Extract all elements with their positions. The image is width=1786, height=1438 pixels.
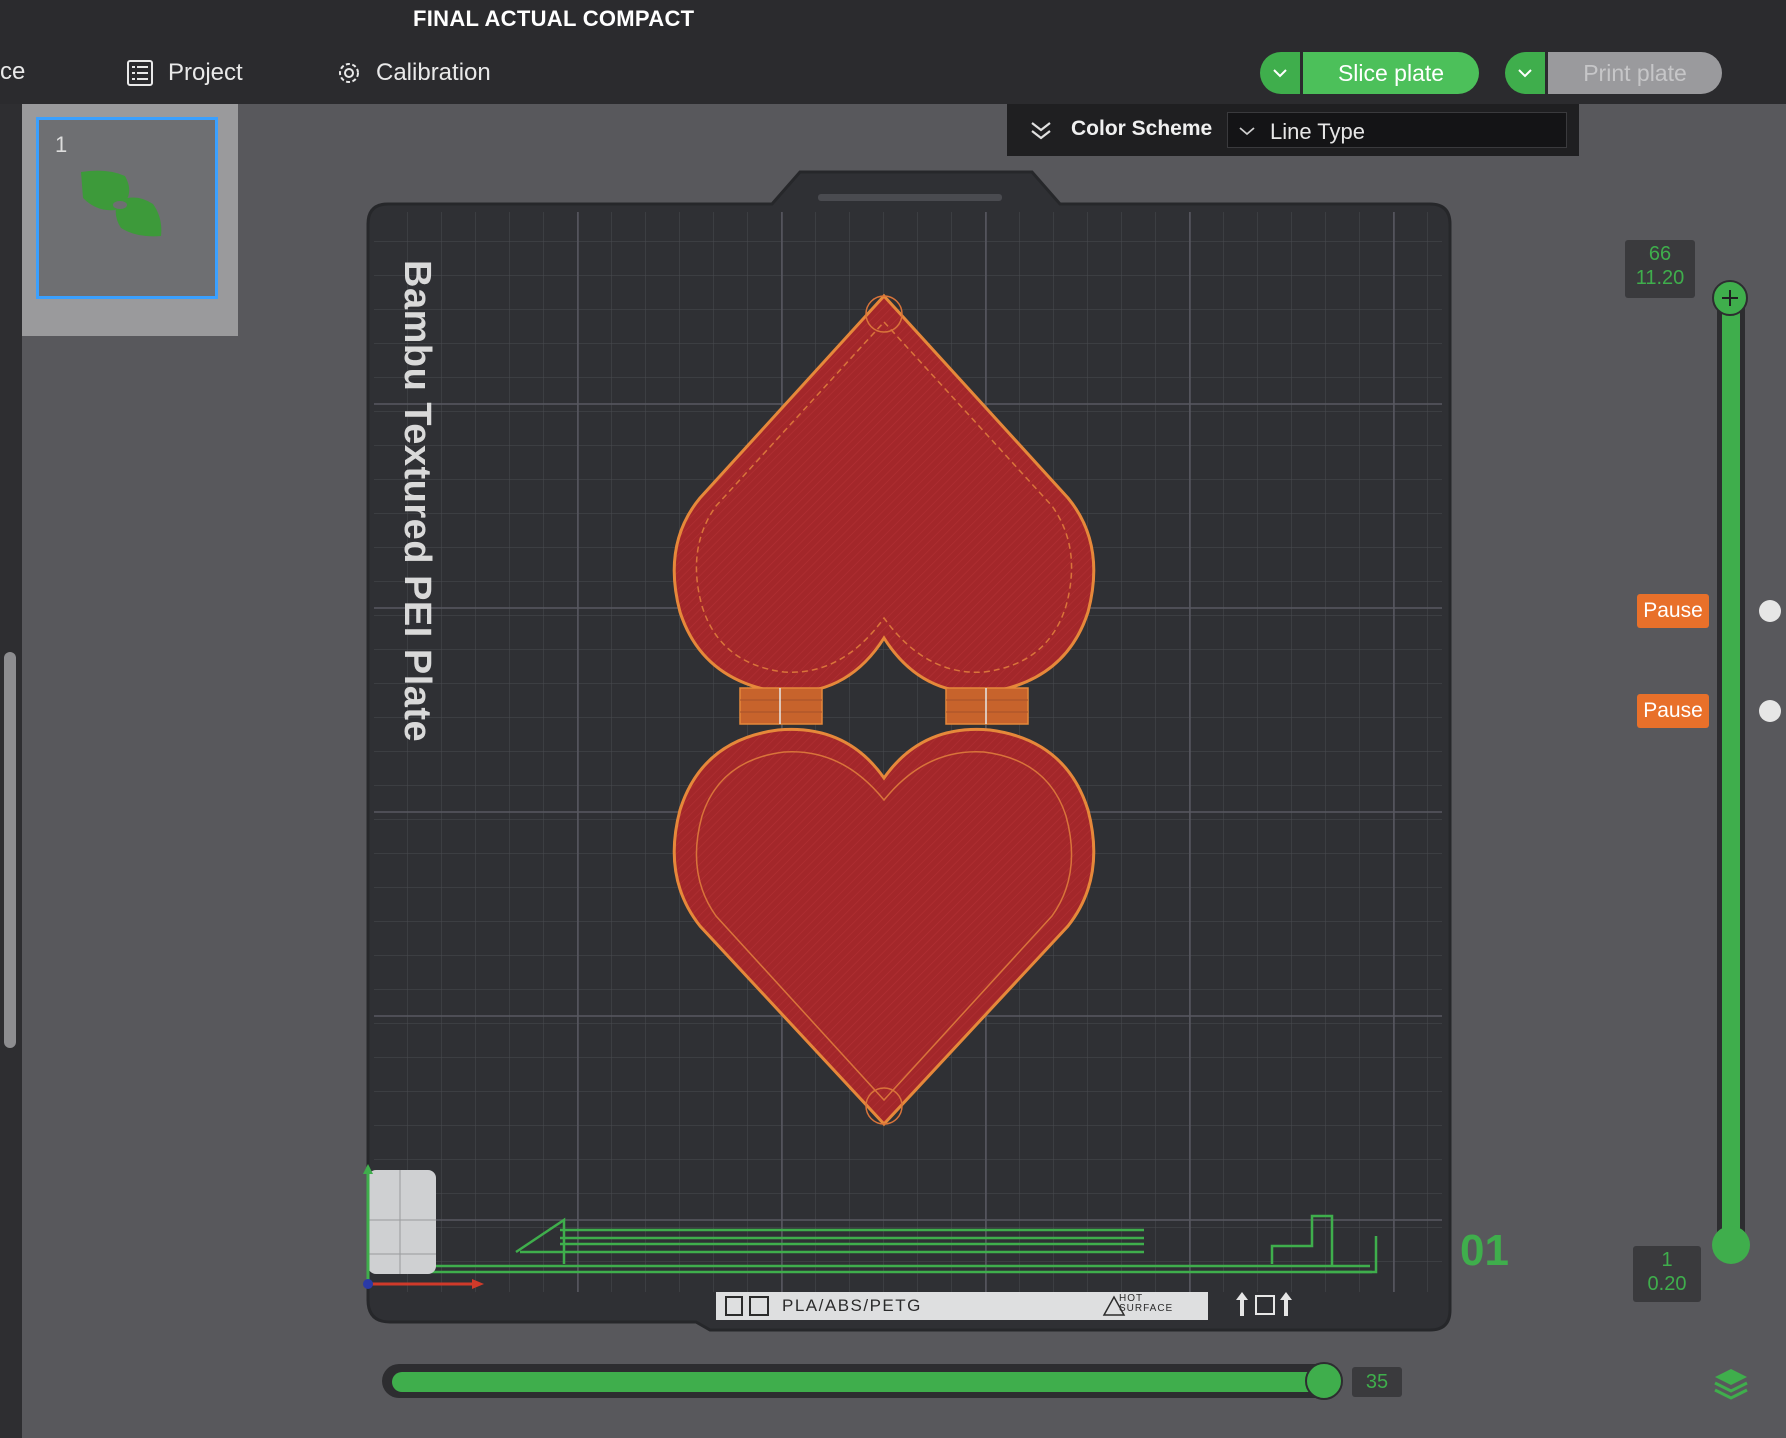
print-options-dropdown[interactable] bbox=[1505, 52, 1545, 94]
plate-handle bbox=[818, 194, 1002, 201]
chevron-down-icon bbox=[1273, 69, 1287, 78]
bottom-layer-height: 0.20 bbox=[1647, 1273, 1687, 1295]
layer-bottom-readout: 1 0.20 bbox=[1633, 1246, 1701, 1302]
thumbnail-model-image bbox=[81, 170, 162, 237]
build-plate-viewport[interactable] bbox=[360, 160, 1460, 1340]
layer-top-readout: 66 11.20 bbox=[1625, 240, 1695, 298]
gear-icon bbox=[339, 63, 359, 83]
slice-plate-button-group: Slice plate bbox=[1260, 52, 1479, 94]
hot-surface-line2: SURFACE bbox=[1119, 1303, 1174, 1314]
top-layer-height: 11.20 bbox=[1635, 267, 1685, 289]
pause-marker[interactable]: Pause bbox=[1637, 694, 1709, 728]
plate-thumbnail[interactable]: 1 bbox=[36, 117, 218, 299]
layers-icon[interactable] bbox=[1712, 1366, 1750, 1402]
tab-calibration[interactable]: Calibration bbox=[336, 53, 491, 93]
pause-icon[interactable] bbox=[1759, 600, 1781, 622]
plate-type-label: Bambu Textured PEI Plate bbox=[396, 260, 438, 743]
color-scheme-label: Color Scheme bbox=[1071, 117, 1213, 140]
color-scheme-select[interactable]: Line Type bbox=[1227, 112, 1567, 148]
hot-surface-label: HOT SURFACE bbox=[1119, 1294, 1173, 1314]
tab-project[interactable]: Project bbox=[126, 53, 243, 93]
move-slider-fill bbox=[392, 1372, 1324, 1392]
slice-options-dropdown[interactable] bbox=[1260, 52, 1300, 94]
sidebar-scrollbar[interactable] bbox=[4, 652, 16, 1048]
list-icon bbox=[127, 60, 153, 86]
color-scheme-panel: Color Scheme Line Type bbox=[1007, 104, 1579, 156]
bottom-layer-number: 1 bbox=[1661, 1249, 1673, 1271]
thumbnail-number: 1 bbox=[55, 132, 68, 157]
pause-icon[interactable] bbox=[1759, 700, 1781, 722]
tab-calibration-label: Calibration bbox=[376, 59, 491, 86]
print-plate-button[interactable]: Print plate bbox=[1548, 52, 1722, 94]
layer-slider-top-handle[interactable] bbox=[1712, 280, 1748, 316]
hinge-right bbox=[945, 687, 1029, 725]
slice-plate-button[interactable]: Slice plate bbox=[1303, 52, 1479, 94]
color-scheme-value: Line Type bbox=[1270, 119, 1366, 144]
chevron-down-icon bbox=[1239, 127, 1255, 136]
top-layer-number: 66 bbox=[1648, 243, 1672, 265]
plate-number: 01 bbox=[1460, 1226, 1509, 1275]
tab-project-label: Project bbox=[168, 59, 243, 86]
window-title: FINAL ACTUAL COMPACT bbox=[413, 6, 695, 31]
hinge-left bbox=[739, 687, 823, 725]
move-slider-handle[interactable] bbox=[1305, 1362, 1343, 1400]
collapse-chevron-icon[interactable] bbox=[1029, 120, 1053, 142]
chevron-down-icon bbox=[1518, 69, 1532, 78]
print-plate-button-group: Print plate bbox=[1505, 52, 1722, 94]
move-slider-value: 35 bbox=[1352, 1367, 1402, 1397]
layer-slider-fill bbox=[1722, 296, 1740, 1244]
layer-slider-bottom-handle[interactable] bbox=[1712, 1226, 1750, 1264]
pause-marker[interactable]: Pause bbox=[1637, 594, 1709, 628]
tab-prepare-partial[interactable]: ce bbox=[0, 58, 25, 86]
plus-icon bbox=[1722, 290, 1738, 306]
plate-material-label: PLA/ABS/PETG bbox=[782, 1296, 922, 1315]
